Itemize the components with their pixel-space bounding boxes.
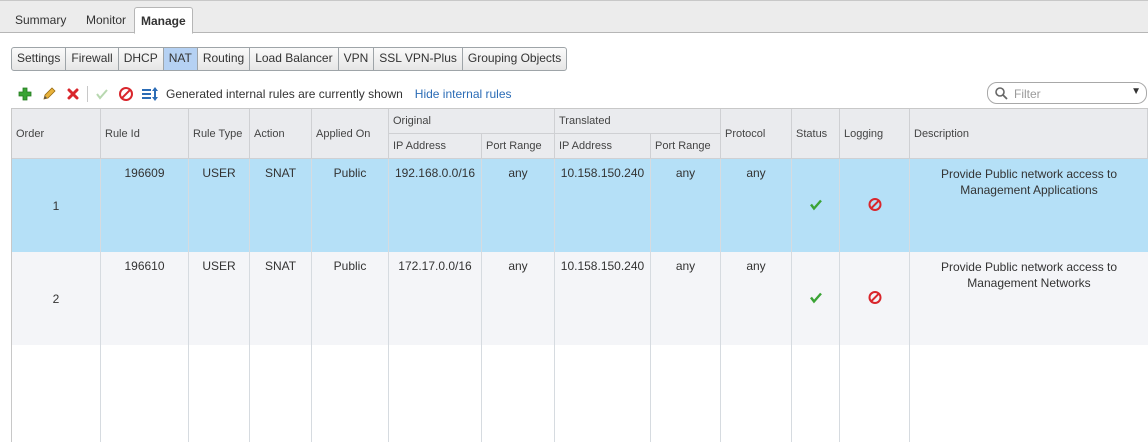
cell-translated-ip: 10.158.150.240 — [560, 166, 645, 180]
cell-rule-type: USER — [202, 166, 236, 180]
col-protocol[interactable]: Protocol — [721, 109, 792, 159]
empty-rows-area — [12, 345, 1148, 442]
cell-rule-id: 196610 — [124, 259, 165, 273]
cell-rule-id: 196609 — [124, 166, 165, 180]
subtab-settings[interactable]: Settings — [12, 48, 67, 70]
subtab-load-balancer[interactable]: Load Balancer — [250, 48, 339, 70]
subtab-routing[interactable]: Routing — [198, 48, 251, 70]
sub-tab-bar: Settings Firewall DHCP NAT Routing Load … — [11, 47, 568, 71]
cell-action: SNAT — [264, 166, 297, 180]
cell-original-port: any — [508, 166, 528, 180]
tab-manage[interactable]: Manage — [134, 7, 193, 34]
logging-disabled-icon[interactable] — [840, 197, 909, 214]
search-icon — [994, 86, 1008, 103]
cell-applied-on: Public — [333, 259, 367, 273]
edit-icon[interactable] — [39, 84, 59, 104]
cell-translated-ip: 10.158.150.240 — [560, 259, 645, 273]
col-rule-type[interactable]: Rule Type — [189, 109, 250, 159]
tab-monitor[interactable]: Monitor — [80, 9, 132, 33]
cell-order: 2 — [52, 291, 60, 306]
subtab-ssl-vpn-plus[interactable]: SSL VPN-Plus — [374, 48, 463, 70]
subtab-dhcp[interactable]: DHCP — [119, 48, 164, 70]
nat-rules-table: Order Rule Id Rule Type Action Applied O… — [11, 108, 1148, 442]
cell-description: Provide Public network access to Managem… — [940, 167, 1118, 197]
col-original-ip[interactable]: IP Address — [389, 134, 482, 159]
cell-original-ip: 172.17.0.0/16 — [398, 259, 472, 273]
disable-icon[interactable] — [116, 84, 136, 104]
filter-input[interactable]: Filter ▼ — [987, 82, 1147, 104]
col-description[interactable]: Description — [910, 109, 1148, 159]
logging-disabled-icon[interactable] — [840, 290, 909, 307]
col-action[interactable]: Action — [250, 109, 312, 159]
chevron-down-icon[interactable]: ▼ — [1131, 86, 1141, 97]
cell-applied-on: Public — [333, 166, 367, 180]
col-rule-id[interactable]: Rule Id — [101, 109, 189, 159]
col-status[interactable]: Status — [792, 109, 840, 159]
col-translated-port[interactable]: Port Range — [651, 134, 721, 159]
table-row[interactable]: 1 196609 USER SNAT Public 192.168.0.0/16… — [12, 159, 1148, 252]
add-icon[interactable] — [15, 84, 35, 104]
hide-internal-rules-link[interactable]: Hide internal rules — [415, 87, 512, 101]
cell-translated-port: any — [675, 166, 696, 180]
cell-translated-port: any — [675, 259, 696, 273]
delete-icon[interactable] — [63, 84, 83, 104]
col-applied-on[interactable]: Applied On — [312, 109, 389, 159]
internal-rules-status: Generated internal rules are currently s… — [166, 87, 403, 101]
toolbar: Generated internal rules are currently s… — [15, 84, 512, 104]
tab-summary[interactable]: Summary — [9, 9, 72, 33]
col-logging[interactable]: Logging — [840, 109, 910, 159]
top-tab-bar: Summary Monitor Manage — [0, 0, 1148, 34]
cell-description: Provide Public network access to Managem… — [940, 260, 1118, 290]
col-order[interactable]: Order — [12, 109, 101, 159]
subtab-firewall[interactable]: Firewall — [66, 48, 119, 70]
table-row[interactable]: 2 196610 USER SNAT Public 172.17.0.0/16 … — [12, 252, 1148, 345]
status-enabled-icon[interactable] — [792, 198, 839, 213]
cell-original-ip: 192.168.0.0/16 — [394, 166, 476, 180]
cell-protocol: any — [746, 166, 766, 180]
toolbar-divider — [87, 86, 88, 102]
cell-original-port: any — [508, 259, 528, 273]
cell-protocol: any — [746, 259, 766, 273]
cell-action: SNAT — [264, 259, 297, 273]
col-translated-ip[interactable]: IP Address — [555, 134, 651, 159]
cell-order: 1 — [52, 198, 60, 213]
col-original-port[interactable]: Port Range — [482, 134, 555, 159]
enable-icon[interactable] — [92, 84, 112, 104]
cell-rule-type: USER — [202, 259, 236, 273]
filter-placeholder: Filter — [1014, 87, 1041, 101]
subtab-vpn[interactable]: VPN — [339, 48, 375, 70]
status-enabled-icon[interactable] — [792, 291, 839, 306]
col-group-original: Original — [389, 109, 555, 134]
col-group-translated: Translated — [555, 109, 721, 134]
subtab-nat[interactable]: NAT — [163, 48, 198, 70]
move-icon[interactable] — [140, 84, 160, 104]
subtab-grouping-objects[interactable]: Grouping Objects — [463, 48, 566, 70]
